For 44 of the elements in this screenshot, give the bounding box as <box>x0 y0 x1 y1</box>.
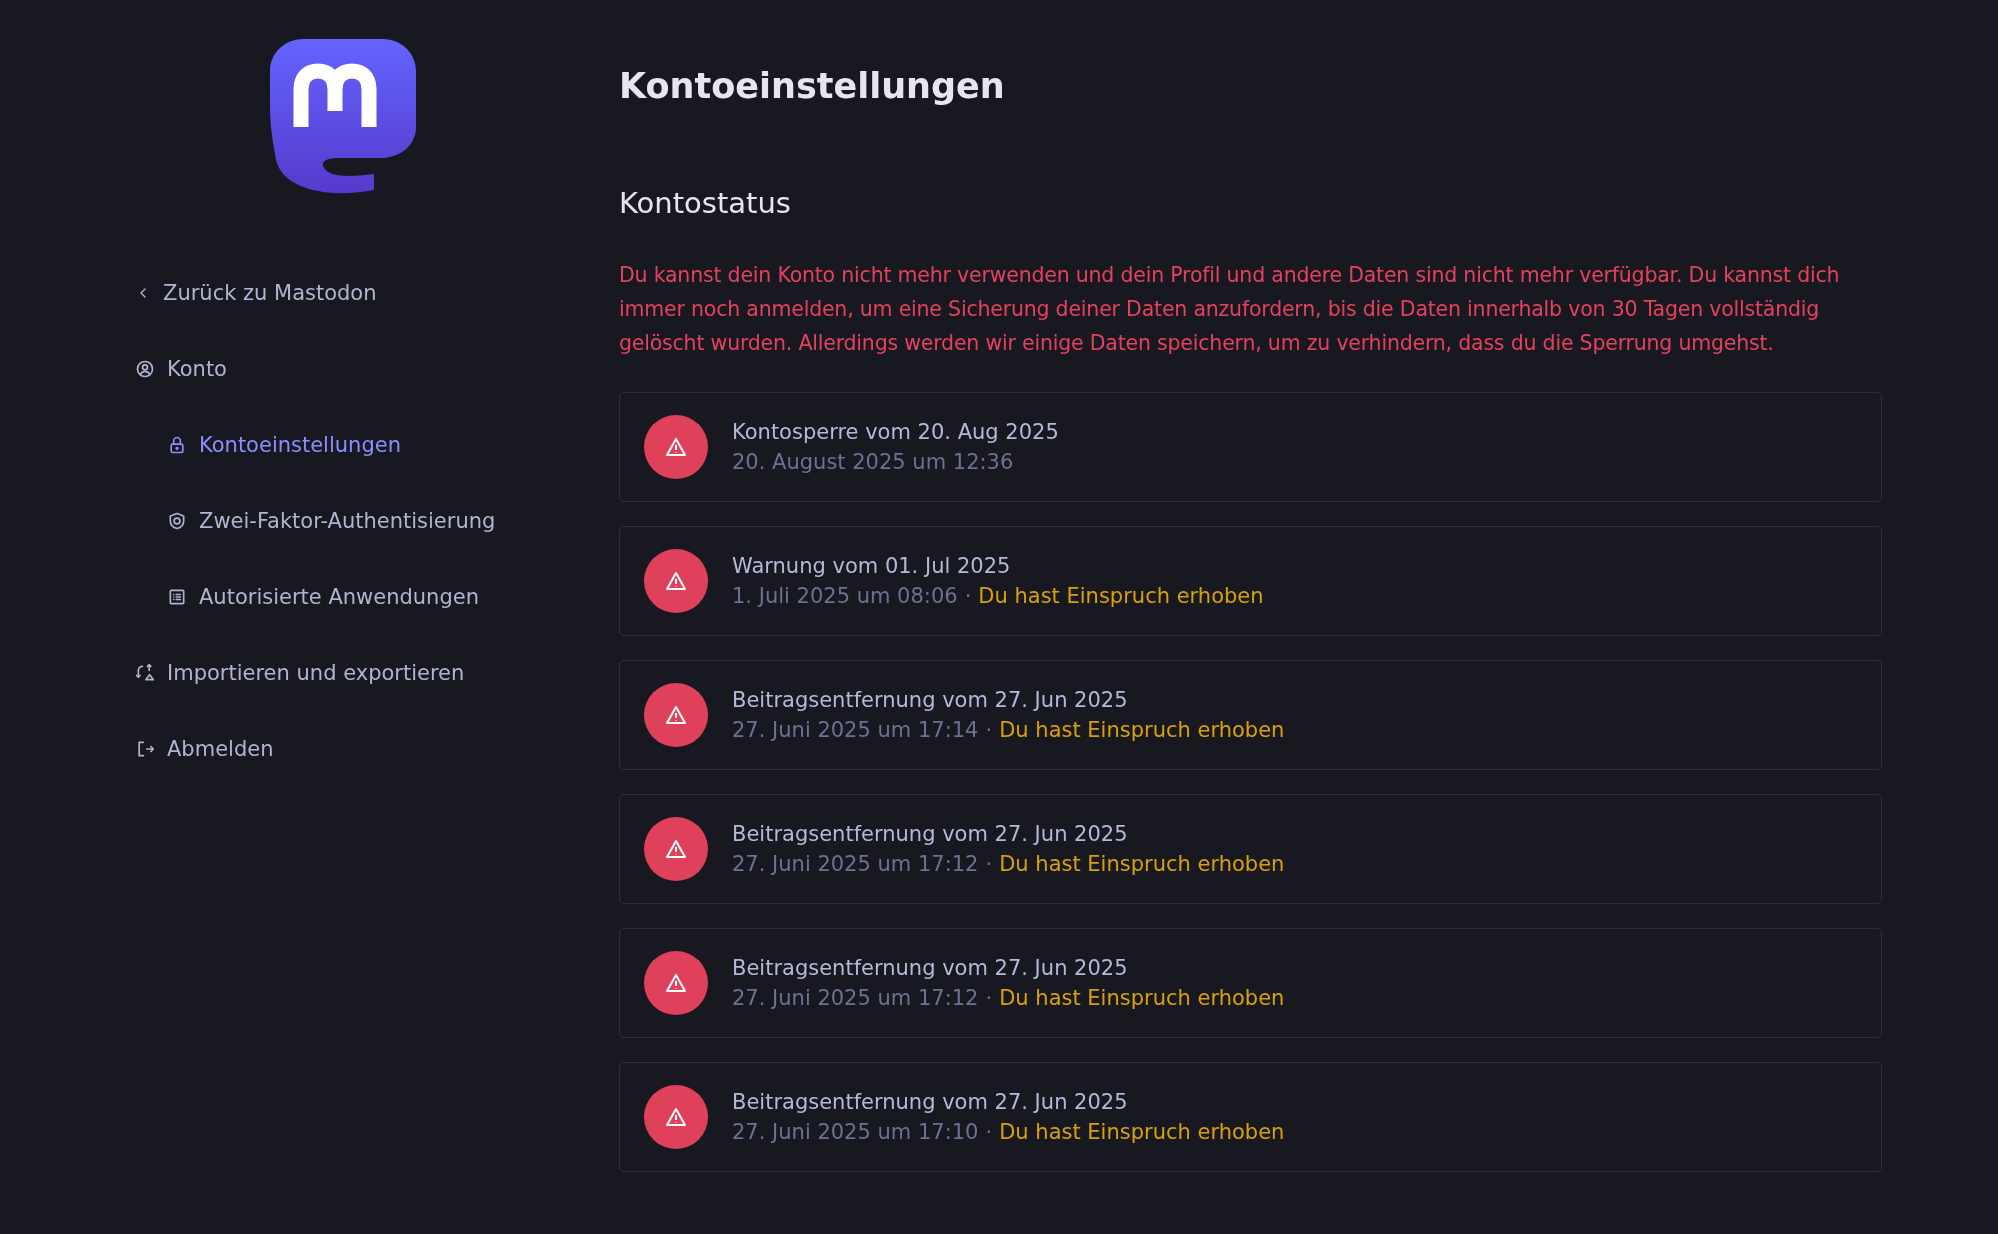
strike-card[interactable]: Beitragsentfernung vom 27. Jun 2025 27. Juni 2025 um 17:12 · Du hast Einspruch erhoben <box>619 794 1882 904</box>
strike-date: 1. Juli 2025 um 08:06 <box>732 584 958 608</box>
section-title: Kontostatus <box>619 186 792 220</box>
strike-date: 27. Juni 2025 um 17:10 <box>732 1120 979 1144</box>
strike-card[interactable]: Warnung vom 01. Jul 2025 1. Juli 2025 um 08:06 · Du hast Einspruch erhoben <box>619 526 1882 636</box>
strike-card[interactable]: Beitragsentfernung vom 27. Jun 2025 27. Juni 2025 um 17:14 · Du hast Einspruch erhoben <box>619 660 1882 770</box>
appeal-status: Du hast Einspruch erhoben <box>999 1120 1285 1144</box>
appeal-status: Du hast Einspruch erhoben <box>999 852 1285 876</box>
separator-dot: · <box>985 986 993 1010</box>
separator-dot: · <box>985 718 993 742</box>
lock-icon <box>167 435 187 455</box>
appeal-status: Du hast Einspruch erhoben <box>978 584 1264 608</box>
page-title: Kontoeinstellungen <box>619 66 1006 106</box>
strike-title: Kontosperre vom 20. Aug 2025 <box>732 420 1059 444</box>
strike-title: Beitragsentfernung vom 27. Jun 2025 <box>732 956 1129 980</box>
strike-title: Beitragsentfernung vom 27. Jun 2025 <box>732 822 1129 846</box>
strike-date: 27. Juni 2025 um 17:12 <box>732 986 979 1010</box>
sidebar-item[interactable]: Zwei-Faktor-Authentisierung <box>167 507 619 535</box>
sidebar-item[interactable]: Abmelden <box>135 735 619 763</box>
import-export-icon <box>135 663 155 683</box>
shield-icon <box>167 511 187 531</box>
account-notice: Du kannst dein Konto nicht mehr verwenden und dein Profil und andere Daten sind nicht mehr verfügbar. Du kannst dich immer noch anmelden, um eine Sicherung deiner Daten anzufordern, bis die Daten innerhalb von 30 Tagen vollständig gelöscht wurden. Allerdings werden wir einige Daten speichern, um zu verhindern, dass du die Sperrung umgehst. <box>619 262 1841 357</box>
sidebar-item[interactable]: Importieren und exportieren <box>135 659 619 687</box>
sidebar-item[interactable]: Kontoeinstellungen <box>167 431 619 459</box>
strike-date: 27. Juni 2025 um 17:12 <box>732 852 979 876</box>
appeal-status: Du hast Einspruch erhoben <box>999 986 1285 1010</box>
appeal-status: Du hast Einspruch erhoben <box>999 718 1285 742</box>
sidebar-item[interactable]: Konto <box>135 355 619 383</box>
strike-date: 27. Juni 2025 um 17:14 <box>732 718 979 742</box>
strike-date: 20. August 2025 um 12:36 <box>732 450 1014 474</box>
strike-card[interactable]: Beitragsentfernung vom 27. Jun 2025 27. Juni 2025 um 17:10 · Du hast Einspruch erhoben <box>619 1062 1882 1172</box>
separator-dot: · <box>985 1120 993 1144</box>
user-circle-icon <box>135 359 155 379</box>
strike-card[interactable]: Beitragsentfernung vom 27. Jun 2025 27. Juni 2025 um 17:12 · Du hast Einspruch erhoben <box>619 928 1882 1038</box>
strike-title: Beitragsentfernung vom 27. Jun 2025 <box>732 1090 1129 1114</box>
strike-card[interactable]: Kontosperre vom 20. Aug 2025 20. August 2025 um 12:36 <box>619 392 1882 502</box>
separator-dot: · <box>964 584 972 608</box>
sidebar-item[interactable]: Autorisierte Anwendungen <box>167 583 619 611</box>
logout-icon <box>135 739 155 759</box>
list-icon <box>167 587 187 607</box>
strike-title: Warnung vom 01. Jul 2025 <box>732 554 1012 578</box>
back-link[interactable]: Zurück zu Mastodon <box>135 279 619 307</box>
separator-dot: · <box>985 852 993 876</box>
strike-title: Beitragsentfernung vom 27. Jun 2025 <box>732 688 1129 712</box>
